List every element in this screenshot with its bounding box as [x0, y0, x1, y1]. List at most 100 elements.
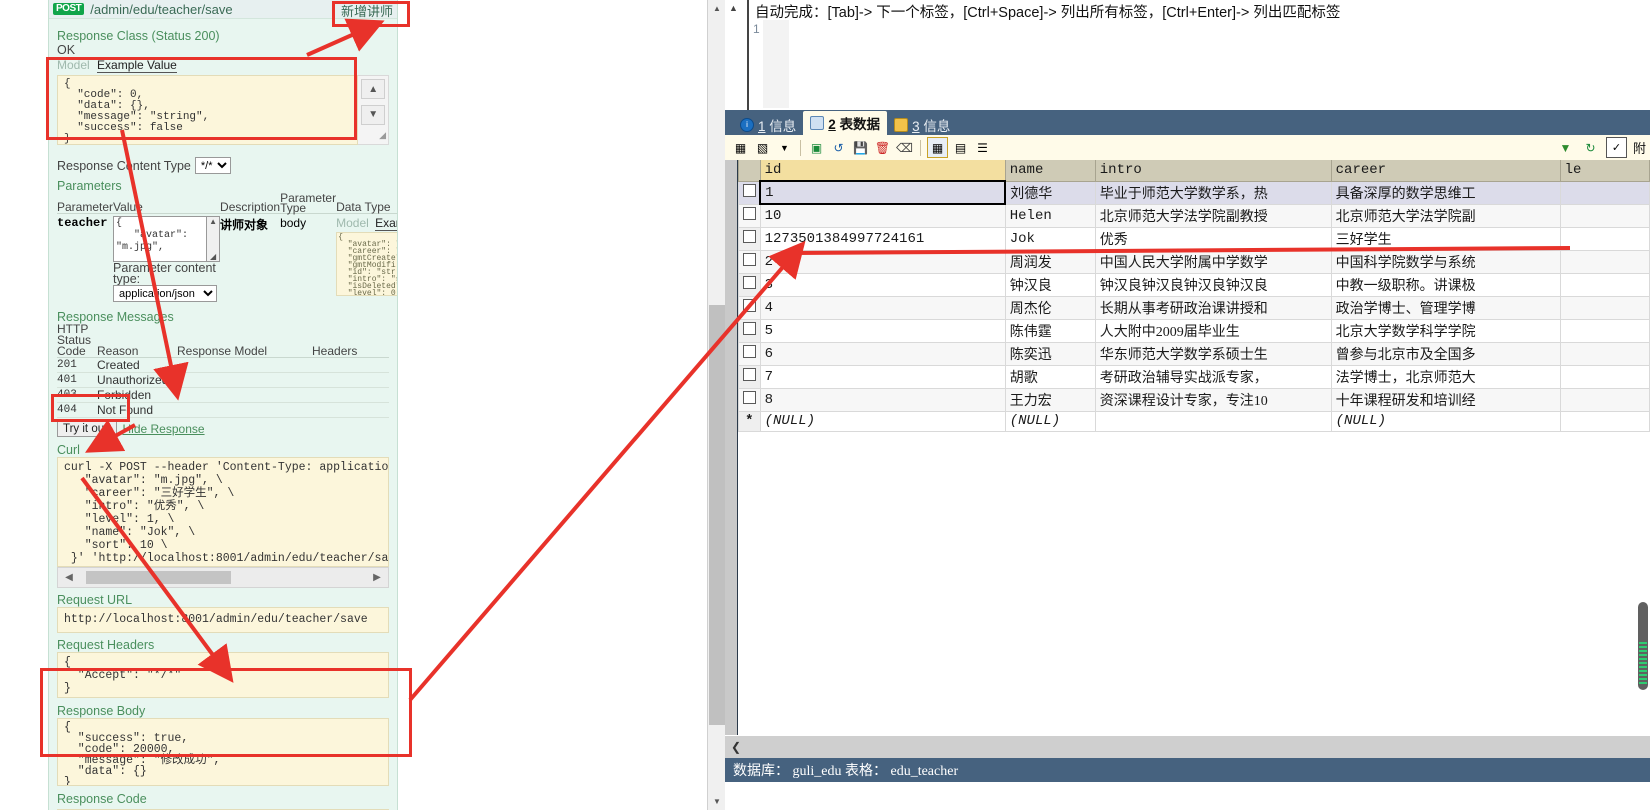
- table-row[interactable]: 10 Helen 北京师范大学法学院副教授 北京师范大学法学院副: [738, 203, 1650, 228]
- cell-intro[interactable]: 中国人民大学附属中学数学: [1094, 249, 1332, 274]
- hide-response-link[interactable]: Hide Response: [123, 422, 205, 436]
- scroll-down-icon[interactable]: ▼: [708, 793, 726, 810]
- table-row[interactable]: 7 胡歌 考研政治辅导实战派专家， 法学博士，北京师范大: [738, 364, 1650, 389]
- tab-info-1[interactable]: i 1 信息: [733, 114, 803, 135]
- cell-id-null[interactable]: (NULL): [759, 410, 1006, 432]
- example-value-scrollbar[interactable]: ▲ ▼ ◢: [358, 75, 389, 145]
- cell-intro[interactable]: 资深课程设计专家，专注10: [1094, 387, 1332, 412]
- row-checkbox[interactable]: [738, 226, 761, 251]
- column-header-level[interactable]: le: [1559, 160, 1650, 182]
- add-record-icon[interactable]: ▣: [807, 138, 826, 157]
- cell-career[interactable]: 政治学博士、管理学博: [1330, 295, 1561, 320]
- try-it-out-button[interactable]: Try it out!: [57, 421, 117, 437]
- cell-level[interactable]: [1559, 203, 1650, 228]
- checkbox-icon[interactable]: [742, 275, 756, 289]
- cell-career[interactable]: 十年课程研发和培训经: [1330, 387, 1561, 412]
- swagger-page-scrollbar[interactable]: ▲ ▼: [707, 0, 726, 810]
- checkbox-icon[interactable]: [742, 390, 756, 404]
- scroll-left-icon[interactable]: ❮: [725, 740, 747, 754]
- response-content-type-select[interactable]: */*: [194, 157, 231, 174]
- checkbox-icon[interactable]: ✓: [1605, 137, 1627, 158]
- column-header-intro[interactable]: intro: [1094, 160, 1332, 182]
- cancel-record-icon[interactable]: ⌫: [895, 138, 914, 157]
- scroll-up-icon[interactable]: ▲: [209, 217, 217, 226]
- parameter-content-type-select[interactable]: application/json: [113, 285, 218, 302]
- editor-scroll-up-icon[interactable]: ▲: [729, 3, 738, 13]
- cell-career[interactable]: 法学博士，北京师范大: [1330, 364, 1561, 389]
- cell-name[interactable]: 陈奕迅: [1004, 341, 1096, 366]
- cell-id[interactable]: 1: [759, 180, 1007, 205]
- table-row[interactable]: 5 陈伟霆 人大附中2009届毕业生 北京大学数学科学学院: [738, 318, 1650, 343]
- checkbox-icon[interactable]: [742, 252, 756, 266]
- column-header-career[interactable]: career: [1330, 160, 1561, 182]
- cell-id[interactable]: 5: [759, 318, 1006, 343]
- example-value-tab[interactable]: Example Value: [97, 58, 177, 73]
- text-view-icon[interactable]: ☰: [973, 138, 992, 157]
- overlay-scrollbar[interactable]: [1638, 602, 1648, 690]
- cell-level-null[interactable]: [1559, 410, 1650, 432]
- cell-id[interactable]: 2: [759, 249, 1006, 274]
- cell-id[interactable]: 8: [759, 387, 1006, 412]
- cell-career[interactable]: 具备深厚的数学思维工: [1330, 180, 1561, 205]
- grid-view-icon[interactable]: ▦: [927, 137, 948, 158]
- cell-intro[interactable]: 北京师范大学法学院副教授: [1094, 203, 1332, 228]
- cell-career[interactable]: 三好学生: [1330, 226, 1561, 251]
- sql-editor[interactable]: ▲ 自动完成：[Tab]-> 下一个标签，[Ctrl+Space]-> 列出所有…: [725, 0, 1650, 111]
- cell-name[interactable]: Jok: [1004, 226, 1096, 251]
- scrollbar-thumb[interactable]: [86, 571, 231, 584]
- data-type-example-tab[interactable]: Example Value: [375, 216, 397, 231]
- table-row[interactable]: 1273501384997724161 Jok 优秀 三好学生: [738, 226, 1650, 251]
- cell-intro[interactable]: 长期从事考研政治课讲授和: [1094, 295, 1332, 320]
- cell-level[interactable]: [1559, 387, 1650, 412]
- cell-career[interactable]: 北京师范大学法学院副: [1330, 203, 1561, 228]
- cell-level[interactable]: [1559, 341, 1650, 366]
- checkbox-icon[interactable]: [742, 344, 756, 358]
- filter-icon[interactable]: ▼: [1556, 138, 1575, 157]
- cell-id[interactable]: 7: [759, 364, 1006, 389]
- param-value-scrollbar[interactable]: ▲ ◢: [207, 216, 221, 262]
- row-checkbox[interactable]: [738, 295, 761, 320]
- cell-name[interactable]: 钟汉良: [1004, 272, 1096, 297]
- cell-name[interactable]: 胡歌: [1004, 364, 1096, 389]
- cell-intro[interactable]: 优秀: [1094, 226, 1332, 251]
- cell-name[interactable]: 刘德华: [1004, 180, 1096, 205]
- cell-level[interactable]: [1559, 295, 1650, 320]
- save-record-icon[interactable]: 💾: [851, 138, 870, 157]
- cell-career[interactable]: 中国科学院数学与系统: [1330, 249, 1561, 274]
- select-all-header[interactable]: [738, 160, 761, 182]
- cell-name-null[interactable]: (NULL): [1004, 410, 1096, 432]
- overlay-scrollbar-thumb[interactable]: [1639, 642, 1647, 686]
- cell-id[interactable]: 6: [759, 341, 1006, 366]
- row-checkbox[interactable]: [738, 318, 761, 343]
- table-row[interactable]: 4 周杰伦 长期从事考研政治课讲授和 政治学博士、管理学博: [738, 295, 1650, 320]
- tab-info-3[interactable]: 3 信息: [887, 114, 957, 135]
- row-checkbox[interactable]: [738, 180, 761, 205]
- cell-id[interactable]: 4: [759, 295, 1006, 320]
- row-checkbox[interactable]: [738, 387, 761, 412]
- cell-intro[interactable]: 华东师范大学数学系硕士生: [1094, 341, 1332, 366]
- table-row[interactable]: 3 钟汉良 钟汉良钟汉良钟汉良钟汉良 中教一级职称。讲课极: [738, 272, 1650, 297]
- grid-horizontal-scrollbar[interactable]: ❮: [725, 736, 1650, 758]
- cell-intro[interactable]: 毕业于师范大学数学系，热: [1094, 180, 1332, 205]
- param-value-textarea-wrap[interactable]: { "avatar": "m.jpg", ▲ ◢: [113, 216, 221, 262]
- scroll-left-icon[interactable]: ◀: [58, 572, 80, 583]
- column-header-name[interactable]: name: [1004, 160, 1096, 182]
- scroll-resize-icon[interactable]: ◢: [210, 252, 216, 261]
- cell-level[interactable]: [1559, 226, 1650, 251]
- curl-horizontal-scrollbar[interactable]: ◀ ▶: [57, 567, 389, 588]
- cell-name[interactable]: 周润发: [1004, 249, 1096, 274]
- cell-level[interactable]: [1559, 364, 1650, 389]
- model-tab[interactable]: Model: [57, 58, 90, 72]
- new-record-row[interactable]: * (NULL) (NULL) (NULL): [738, 410, 1650, 432]
- row-checkbox[interactable]: [738, 364, 761, 389]
- param-value-textarea[interactable]: { "avatar": "m.jpg",: [113, 216, 208, 262]
- row-checkbox[interactable]: [738, 203, 761, 228]
- cell-name[interactable]: Helen: [1004, 203, 1096, 228]
- scroll-down-icon[interactable]: ▼: [361, 104, 386, 125]
- cell-id[interactable]: 10: [759, 203, 1006, 228]
- table-row[interactable]: 6 陈奕迅 华东师范大学数学系硕士生 曾参与北京市及全国多: [738, 341, 1650, 366]
- resize-grip-icon[interactable]: ◢: [379, 130, 388, 141]
- cell-level[interactable]: [1559, 249, 1650, 274]
- cell-level[interactable]: [1559, 318, 1650, 343]
- dropdown-caret-icon[interactable]: ▼: [775, 138, 794, 157]
